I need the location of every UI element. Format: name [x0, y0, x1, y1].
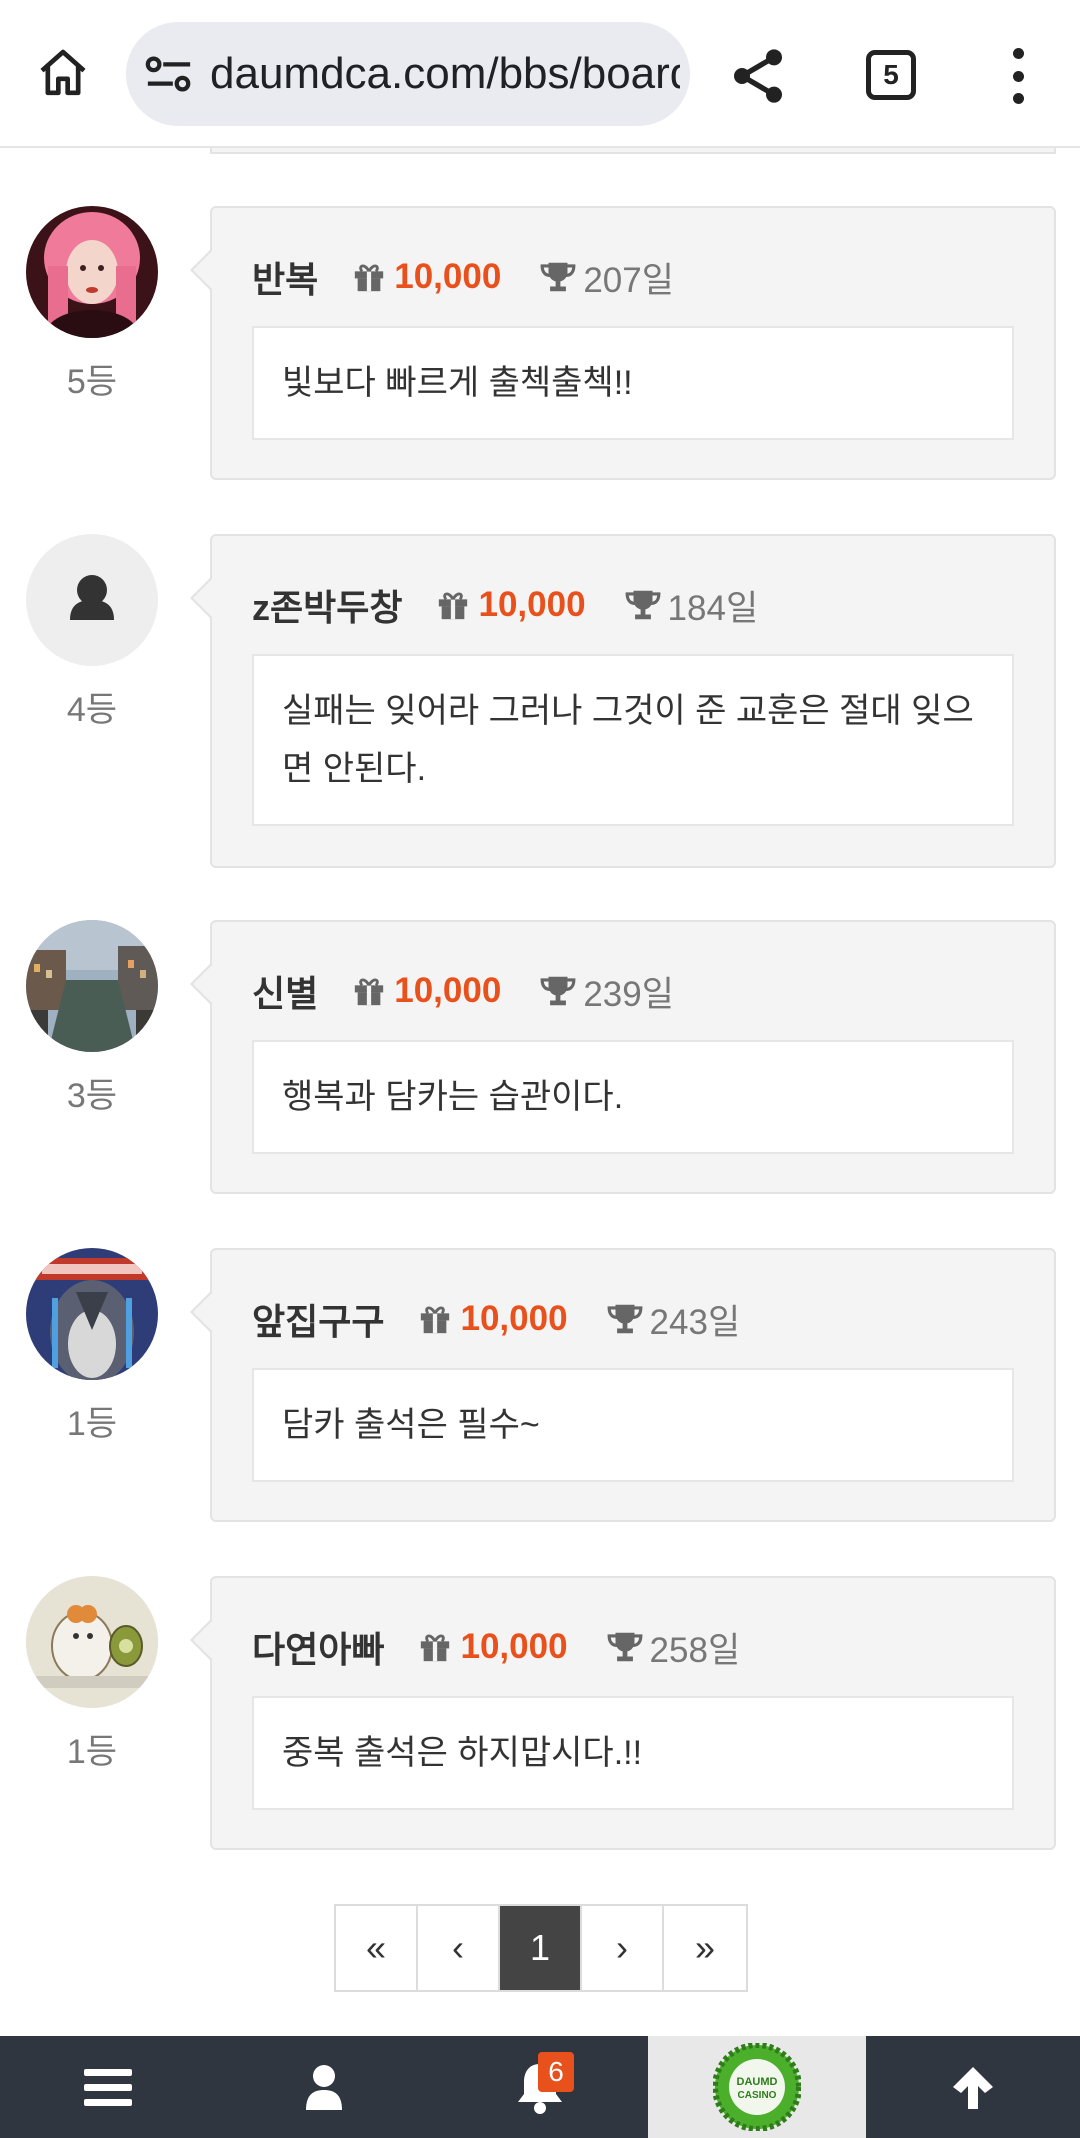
avatar[interactable] — [26, 1576, 158, 1708]
more-menu-icon[interactable] — [998, 48, 1038, 104]
comment-text: 중복 출석은 하지맙시다.!! — [252, 1696, 1014, 1810]
prev-page-button[interactable]: ‹ — [418, 1906, 500, 1990]
comment-card: 앞집구구 10,000 243일 담카 출석은 필수~ — [190, 1248, 1056, 1522]
username[interactable]: 신별 — [252, 965, 318, 1017]
trophy-icon — [625, 590, 660, 620]
points-value: 10,000 — [394, 971, 502, 1010]
home-icon[interactable] — [30, 40, 96, 106]
default-user-icon — [70, 575, 114, 620]
rank-label: 5등 — [66, 363, 118, 401]
trophy-icon — [607, 1304, 642, 1334]
gift-icon — [439, 592, 468, 620]
casino-logo: DAUMD CASINO — [713, 2043, 801, 2131]
gift-icon — [421, 1306, 450, 1334]
username[interactable]: 다연아빠 — [252, 1621, 384, 1673]
current-page-button[interactable]: 1 — [500, 1906, 582, 1990]
casino-logo-button[interactable]: DAUMD CASINO — [648, 2036, 866, 2138]
points-value: 10,000 — [394, 257, 502, 296]
avatar[interactable] — [26, 920, 158, 1052]
rank-label: 1등 — [66, 1405, 118, 1443]
gift-icon — [355, 264, 384, 292]
share-icon[interactable] — [726, 44, 790, 108]
previous-card-edge — [210, 148, 1056, 154]
hamburger-menu-icon[interactable] — [0, 2036, 216, 2138]
tab-switcher-button[interactable]: 5 — [866, 50, 916, 100]
user-icon[interactable] — [216, 2036, 432, 2138]
avatar[interactable] — [26, 534, 158, 666]
comment-card: z존박두창 10,000 184일 실패는 잊어라 그러나 그것이 준 교훈은 … — [190, 534, 1056, 868]
svg-text:DAUMD: DAUMD — [737, 2076, 778, 2088]
comment-text: 행복과 담카는 습관이다. — [252, 1040, 1014, 1154]
pagination: « ‹ 1 › » — [334, 1904, 748, 1992]
comment-card: 다연아빠 10,000 258일 중복 출석은 하지맙시다.!! — [190, 1576, 1056, 1850]
attendance-days: 239일 — [583, 974, 674, 1014]
username[interactable]: 반복 — [252, 251, 318, 303]
rank-label: 1등 — [66, 1733, 118, 1771]
attendance-days: 184일 — [667, 588, 759, 628]
username[interactable]: 앞집구구 — [252, 1293, 384, 1345]
scroll-top-arrow-icon[interactable] — [866, 2036, 1080, 2138]
points-value: 10,000 — [460, 1299, 568, 1338]
notification-badge: 6 — [538, 2052, 574, 2092]
trophy-icon — [607, 1632, 642, 1662]
avatar[interactable] — [26, 206, 158, 338]
next-page-button[interactable]: › — [582, 1906, 664, 1990]
comment-card: 반복 10,000 207일 빛보다 빠르게 출첵출첵!! — [190, 206, 1056, 480]
rank-label: 3등 — [66, 1077, 118, 1115]
comment-text: 담카 출석은 필수~ — [252, 1368, 1014, 1482]
comment-card: 신별 10,000 239일 행복과 담카는 습관이다. — [190, 920, 1056, 1194]
gift-icon — [355, 978, 384, 1006]
browser-toolbar: daumdca.com/bbs/board 5 — [0, 0, 1080, 148]
attendance-days: 258일 — [649, 1630, 741, 1670]
attendance-days: 207일 — [583, 260, 674, 300]
url-text: daumdca.com/bbs/board — [210, 49, 680, 98]
svg-text:CASINO: CASINO — [738, 2090, 777, 2101]
site-settings-icon[interactable] — [144, 52, 194, 96]
trophy-icon — [540, 976, 576, 1006]
comment-text: 빛보다 빠르게 출첵출첵!! — [252, 326, 1014, 440]
rank-label: 4등 — [66, 691, 118, 729]
attendance-days: 243일 — [649, 1302, 741, 1342]
points-value: 10,000 — [460, 1627, 568, 1666]
first-page-button[interactable]: « — [336, 1906, 418, 1990]
points-value: 10,000 — [478, 585, 586, 624]
gift-icon — [421, 1634, 450, 1662]
avatar[interactable] — [26, 1248, 158, 1380]
trophy-icon — [540, 262, 576, 292]
last-page-button[interactable]: » — [664, 1906, 746, 1990]
comment-text: 실패는 잊어라 그러나 그것이 준 교훈은 절대 잊으면 안된다. — [252, 654, 1014, 826]
username[interactable]: z존박두창 — [252, 579, 402, 631]
bottom-nav: 6 DAUMD CASINO — [0, 2036, 1080, 2138]
address-bar[interactable]: daumdca.com/bbs/board — [126, 22, 690, 126]
